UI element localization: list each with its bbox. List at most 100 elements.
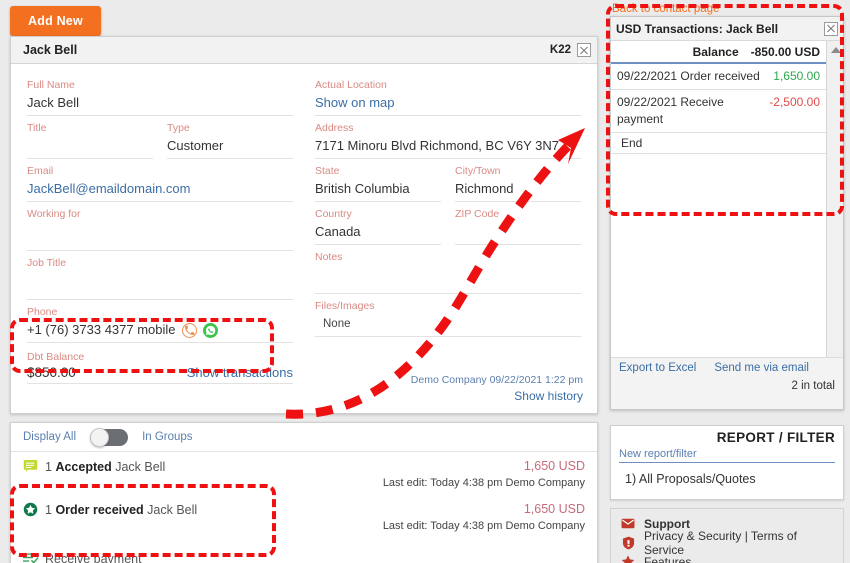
list-item[interactable]: Receive payment Last edit: Today 4:30 pm… bbox=[11, 538, 597, 563]
back-to-contact-page-link[interactable]: Back to contact page bbox=[612, 3, 719, 15]
field-label: Full Name bbox=[27, 79, 75, 91]
display-mode-toggle[interactable] bbox=[90, 427, 129, 447]
transaction-row[interactable]: 09/22/2021 Receive payment -2,500.00 bbox=[611, 90, 826, 133]
field-value: Jack Bell bbox=[27, 95, 80, 110]
field-job-title[interactable]: Job Title bbox=[27, 256, 293, 300]
field-phone[interactable]: Phone +1 (76) 3733 4377 mobile bbox=[27, 305, 293, 343]
field-address[interactable]: Address 7171 Minoru Blvd Richmond, BC V6… bbox=[315, 121, 581, 159]
field-notes[interactable]: Notes bbox=[315, 250, 581, 294]
transaction-row[interactable]: 09/22/2021 Order received 1,650.00 bbox=[611, 64, 826, 90]
checklist-icon bbox=[23, 550, 43, 563]
field-value bbox=[315, 265, 581, 291]
list-item-text: 1 Order received Jack Bell bbox=[43, 501, 197, 519]
contact-card-header-right: K22 bbox=[550, 43, 591, 57]
phone-call-icon[interactable] bbox=[181, 322, 197, 338]
balance-label: Balance bbox=[692, 45, 739, 59]
export-to-excel-link[interactable]: Export to Excel bbox=[619, 362, 696, 374]
triangle-up bbox=[830, 46, 841, 53]
show-history-link[interactable]: Show history bbox=[411, 388, 583, 405]
close-icon[interactable] bbox=[824, 21, 838, 36]
list-item-right: 1,650 USD Last edit: Today 4:38 pm Demo … bbox=[383, 458, 585, 491]
field-row-state-city: State British Columbia City/Town Richmon… bbox=[315, 164, 581, 207]
contact-card-footer: Demo Company 09/22/2021 1:22 pm Show his… bbox=[411, 373, 583, 405]
field-value[interactable]: JackBell@emaildomain.com bbox=[27, 179, 293, 199]
star-badge-icon bbox=[23, 501, 43, 522]
field-actual-location[interactable]: Actual Location Show on map bbox=[315, 78, 581, 116]
list-item-person: Jack Bell bbox=[115, 460, 166, 474]
report-filter-title: REPORT / FILTER bbox=[716, 430, 835, 445]
transactions-panel-body: Balance -850.00 USD 09/22/2021 Order rec… bbox=[611, 41, 843, 383]
in-groups-label: In Groups bbox=[142, 431, 193, 443]
scroll-up-icon[interactable] bbox=[827, 41, 844, 58]
field-email[interactable]: Email JackBell@emaildomain.com bbox=[27, 164, 293, 202]
list-item-status: Accepted bbox=[55, 460, 112, 474]
transactions-panel-header: USD Transactions: Jack Bell bbox=[611, 17, 843, 41]
page-title: Jack Bell bbox=[23, 43, 78, 57]
list-item-count: 1 bbox=[45, 460, 52, 474]
field-country[interactable]: Country Canada bbox=[315, 207, 441, 245]
privacy-terms-label: Privacy & Security | Terms of Service bbox=[644, 528, 797, 557]
field-row-title-type: Title Type Customer bbox=[27, 121, 293, 164]
list-item-status: Order received bbox=[55, 503, 144, 517]
phone-number: +1 (76) 3733 4377 mobile bbox=[27, 322, 176, 337]
shield-icon bbox=[621, 536, 635, 550]
show-transactions-link[interactable]: Show transactions bbox=[187, 365, 293, 380]
whatsapp-icon[interactable] bbox=[202, 322, 218, 338]
send-me-via-email-link[interactable]: Send me via email bbox=[714, 362, 809, 374]
activity-list-card: Display All In Groups 1 Accepted Jack Be… bbox=[10, 422, 598, 563]
report-filter-item[interactable]: 1) All Proposals/Quotes bbox=[619, 472, 835, 486]
field-full-name[interactable]: Full Name Jack Bell bbox=[27, 78, 293, 116]
field-label: Address bbox=[315, 122, 354, 134]
list-item-person: Jack Bell bbox=[147, 503, 198, 517]
list-item[interactable]: 1 Accepted Jack Bell 1,650 USD Last edit… bbox=[11, 452, 597, 495]
add-new-button[interactable]: Add New bbox=[10, 6, 101, 36]
files-none-value: None bbox=[323, 318, 351, 330]
app-root: Add New Jack Bell K22 Full Name Jack Bel… bbox=[0, 0, 850, 563]
field-value-row: +1 (76) 3733 4377 mobile bbox=[27, 320, 293, 340]
field-state[interactable]: State British Columbia bbox=[315, 164, 441, 202]
close-icon[interactable] bbox=[577, 43, 591, 57]
list-item-text: 1 Accepted Jack Bell bbox=[43, 458, 165, 476]
list-item-right: 1,650 USD Last edit: Today 4:38 pm Demo … bbox=[383, 501, 585, 534]
field-value bbox=[455, 222, 581, 242]
transactions-footer-links: Export to Excel Send me via email bbox=[619, 362, 835, 374]
list-item[interactable]: 1 Order received Jack Bell 1,650 USD Las… bbox=[11, 495, 597, 538]
transactions-end-label: End bbox=[611, 133, 826, 154]
transactions-scrollbar[interactable] bbox=[826, 41, 843, 383]
report-filter-card: REPORT / FILTER New report/filter 1) All… bbox=[610, 425, 844, 500]
contact-card-header: Jack Bell K22 bbox=[11, 37, 597, 64]
field-city-town[interactable]: City/Town Richmond bbox=[455, 164, 581, 202]
transactions-panel: USD Transactions: Jack Bell Balance -850… bbox=[610, 16, 844, 410]
list-item-amount: 1,650 USD bbox=[523, 502, 585, 516]
field-label: Title bbox=[27, 122, 47, 134]
activity-list-toolbar: Display All In Groups bbox=[11, 423, 597, 452]
field-value: 7171 Minoru Blvd Richmond, BC V6Y 3N7 bbox=[315, 138, 559, 153]
field-label: State bbox=[315, 165, 340, 177]
field-files-images[interactable]: Files/Images None bbox=[315, 299, 581, 337]
display-all-label: Display All bbox=[23, 431, 77, 443]
field-zip-code[interactable]: ZIP Code bbox=[455, 207, 581, 245]
dbt-balance-row: $850.00 Show transactions bbox=[27, 365, 293, 380]
transactions-balance-row: Balance -850.00 USD bbox=[611, 41, 826, 64]
field-label: Phone bbox=[27, 306, 58, 318]
field-label: Country bbox=[315, 208, 352, 220]
speech-bubble-icon bbox=[23, 458, 43, 478]
dbt-balance-amount: $850.00 bbox=[27, 365, 76, 380]
contact-card-body: Full Name Jack Bell Title Type Customer bbox=[11, 64, 597, 384]
field-working-for[interactable]: Working for bbox=[27, 207, 293, 251]
field-label: Working for bbox=[27, 208, 81, 220]
field-label: Files/Images bbox=[315, 300, 375, 312]
contact-left-column: Full Name Jack Bell Title Type Customer bbox=[27, 78, 293, 384]
field-title[interactable]: Title bbox=[27, 121, 153, 159]
field-row-country-zip: Country Canada ZIP Code bbox=[315, 207, 581, 250]
field-value: Customer bbox=[167, 138, 224, 153]
field-label: City/Town bbox=[455, 165, 501, 177]
field-value bbox=[27, 222, 293, 248]
transactions-total-count: 2 in total bbox=[791, 380, 835, 392]
show-on-map-link[interactable]: Show on map bbox=[315, 93, 581, 113]
field-type[interactable]: Type Customer bbox=[167, 121, 293, 159]
privacy-terms-row[interactable]: Privacy & Security | Terms of Service bbox=[621, 529, 833, 557]
list-item-right: Last edit: Today 4:30 pm Demo Company bbox=[383, 550, 585, 563]
list-item-count: 1 bbox=[45, 503, 52, 517]
new-report-filter-input[interactable]: New report/filter bbox=[619, 448, 835, 463]
